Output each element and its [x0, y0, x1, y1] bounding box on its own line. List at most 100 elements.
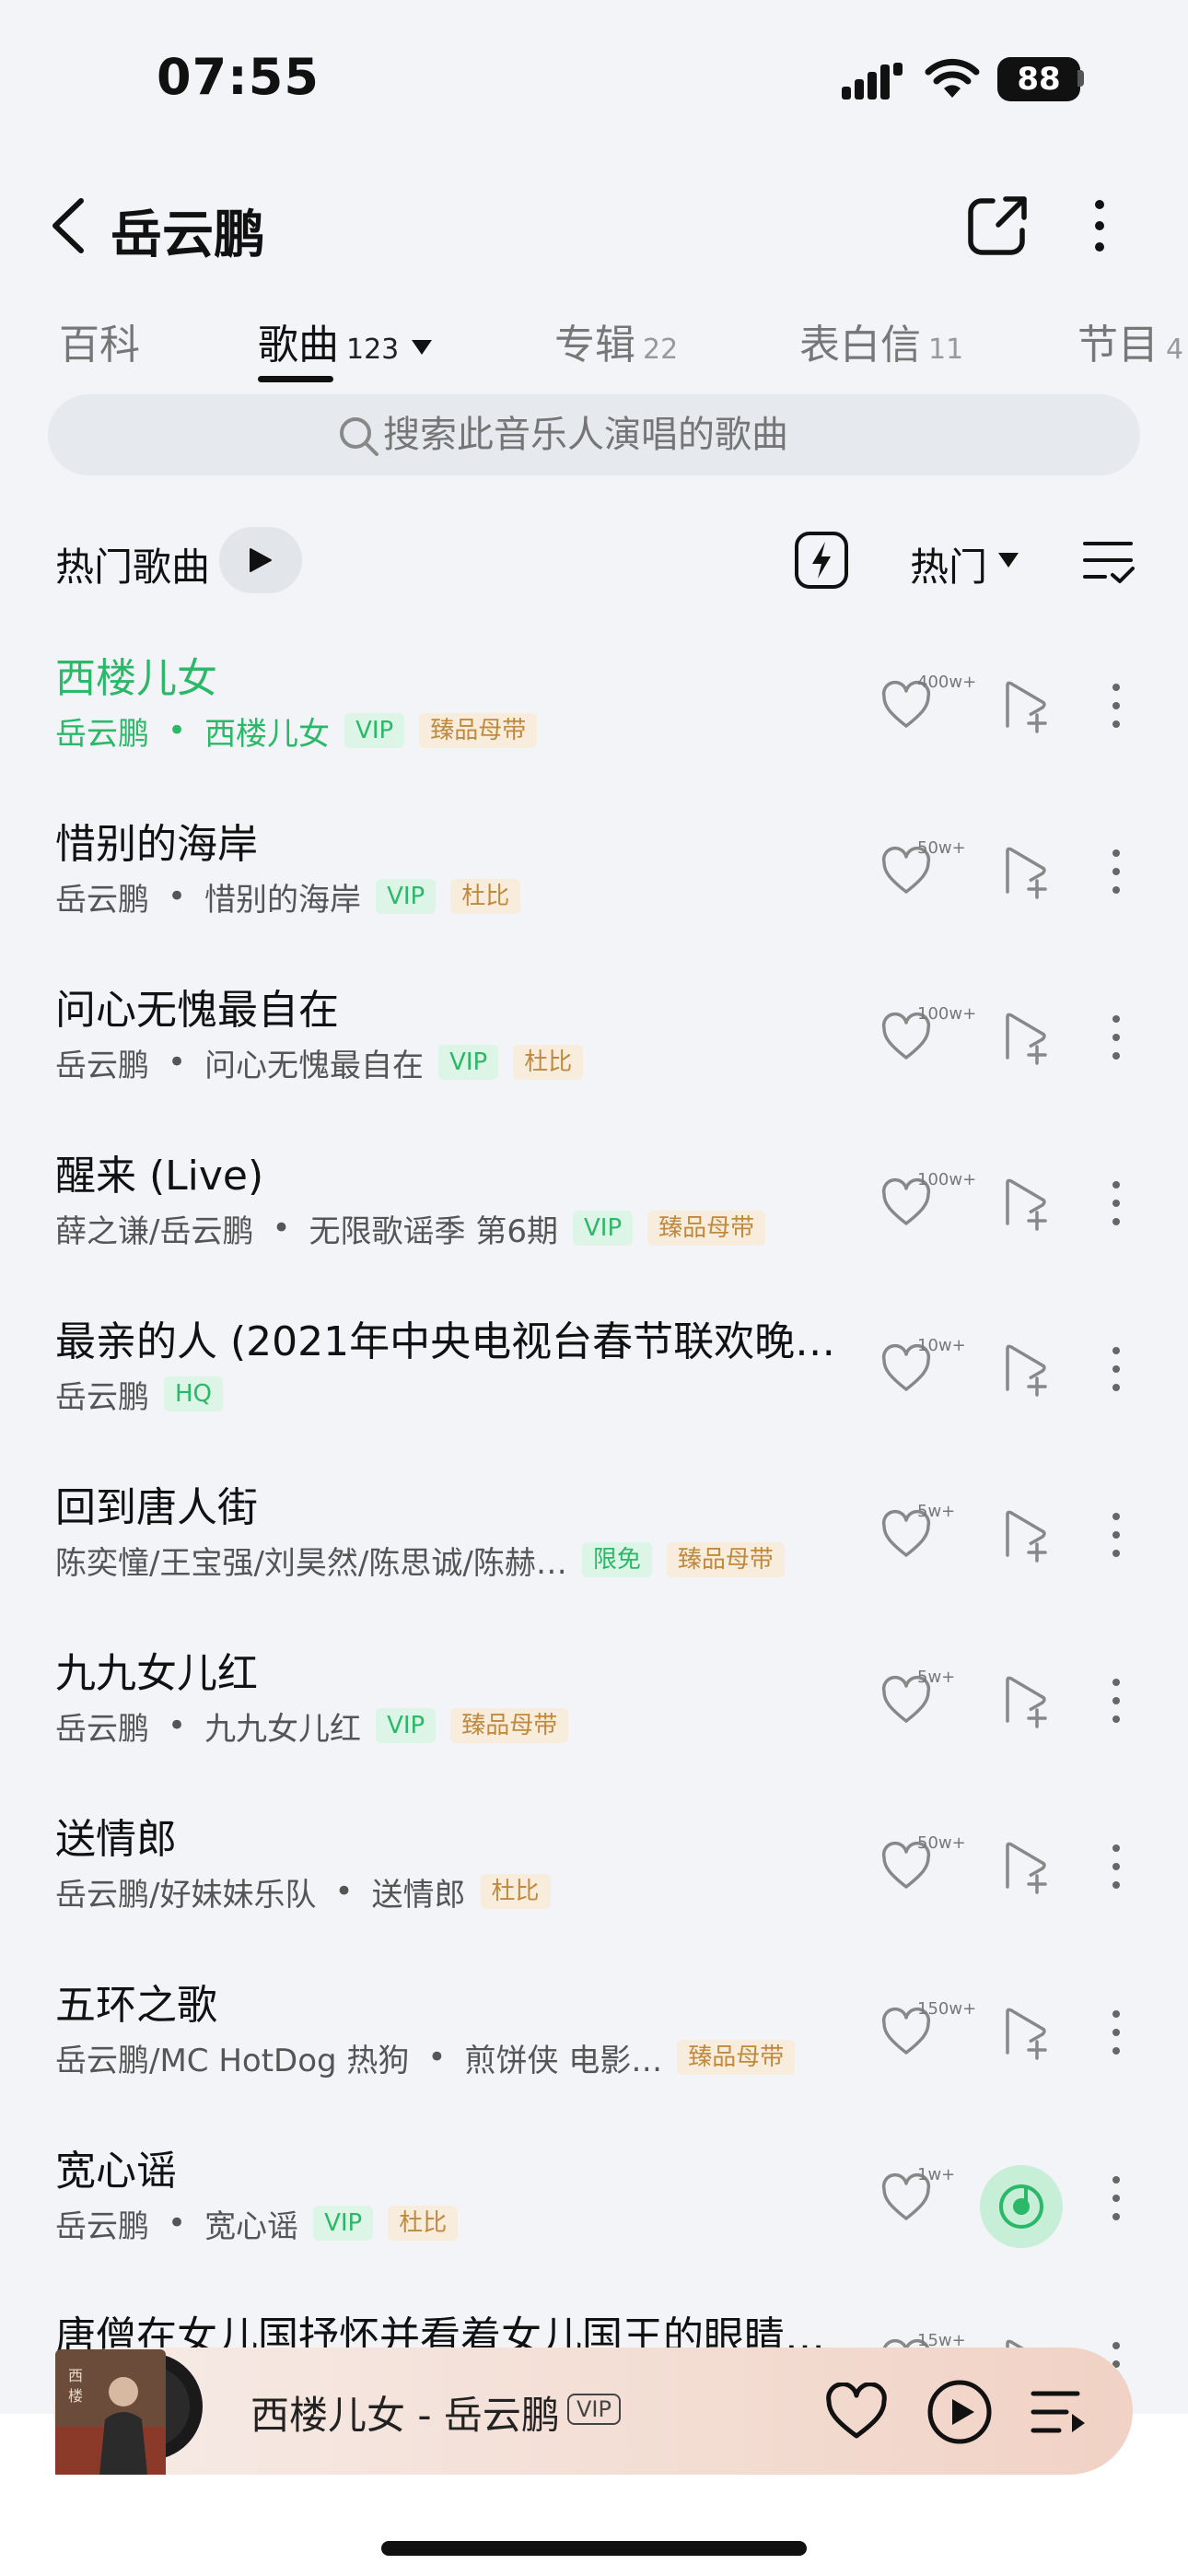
search-icon — [340, 417, 379, 456]
tab-bar: 百科 歌曲 123 专辑 22 表白信 11 节目 4 — [0, 304, 1188, 387]
add-to-playlist-icon[interactable] — [1002, 2005, 1052, 2060]
song-subtitle: 岳云鹏/MC HotDog 热狗 • 煎饼侠 电影… 臻品母带 — [55, 2036, 796, 2079]
play-all-button[interactable] — [219, 527, 302, 593]
list-manage-icon[interactable] — [1081, 538, 1136, 586]
add-to-playlist-icon[interactable] — [1002, 1341, 1052, 1397]
separator-dot: • — [168, 1044, 187, 1081]
share-icon[interactable] — [965, 192, 1031, 258]
quality-badge: 杜比 — [513, 1045, 584, 1080]
more-options-icon[interactable] — [1083, 195, 1116, 256]
song-artist: 薛之谦/岳云鹏 — [55, 1212, 254, 1250]
like-count: 10w+ — [917, 1336, 966, 1355]
tab-label: 百科 — [59, 322, 140, 369]
song-album: 送情郎 — [371, 1876, 466, 1914]
song-more-icon[interactable] — [1105, 1176, 1127, 1231]
tab-count: 11 — [928, 334, 964, 366]
song-album: 惜别的海岸 — [204, 881, 362, 919]
section-title: 热门歌曲 — [55, 544, 211, 590]
tab-count: 4 — [1166, 334, 1184, 366]
song-title: 问心无愧最自在 — [55, 987, 339, 1034]
song-more-icon[interactable] — [1105, 844, 1127, 899]
quality-badge: 杜比 — [388, 2206, 459, 2241]
song-album: 西楼儿女 — [204, 715, 331, 753]
tab-albums[interactable]: 专辑 22 — [554, 311, 678, 370]
search-input[interactable] — [383, 394, 936, 475]
song-row[interactable]: 送情郎 岳云鹏/好妹妹乐队 • 送情郎 杜比 50w+ — [0, 1787, 1188, 1953]
separator-dot: • — [272, 1210, 291, 1247]
like-icon[interactable] — [825, 2383, 888, 2441]
song-subtitle: 岳云鹏/好妹妹乐队 • 送情郎 杜比 — [55, 1870, 551, 1914]
playlist-icon[interactable] — [1030, 2386, 1089, 2440]
quality-badge: VIP — [313, 2206, 374, 2241]
back-arrow-icon[interactable] — [46, 195, 92, 256]
tab-programs[interactable]: 节目 4 — [1077, 311, 1183, 370]
song-more-icon[interactable] — [1105, 678, 1127, 733]
add-to-playlist-icon[interactable] — [1002, 1839, 1052, 1894]
list-toolbar: 热门歌曲 热门 — [0, 516, 1188, 604]
caret-down-icon — [412, 340, 433, 355]
home-indicator[interactable] — [381, 2541, 807, 2556]
status-bar: 07:55 88 — [0, 0, 1188, 161]
like-count: 5w+ — [917, 1668, 956, 1687]
song-subtitle: 岳云鹏 • 宽心谣 VIP 杜比 — [55, 2202, 459, 2245]
separator-dot: • — [168, 1707, 187, 1744]
tab-baike[interactable]: 百科 — [59, 311, 140, 370]
song-more-icon[interactable] — [1105, 1010, 1127, 1065]
now-playing-title: 西楼儿女 - 岳云鹏 — [250, 2393, 560, 2438]
quality-badge: 臻品母带 — [666, 1542, 785, 1577]
tab-label: 歌曲 — [258, 322, 339, 369]
wifi-icon — [925, 58, 980, 98]
song-artist: 岳云鹏/MC HotDog 热狗 — [55, 2042, 410, 2079]
song-artist: 陈奕憧/王宝强/刘昊然/陈思诚/陈赫… — [55, 1544, 567, 1582]
song-subtitle: 岳云鹏 • 问心无愧最自在 VIP 杜比 — [55, 1041, 584, 1084]
song-more-icon[interactable] — [1105, 1341, 1127, 1397]
song-more-icon[interactable] — [1105, 1507, 1127, 1563]
song-row[interactable]: 醒来 (Live) 薛之谦/岳云鹏 • 无限歌谣季 第6期 VIP 臻品母带 100w+ — [0, 1124, 1188, 1290]
separator-dot: • — [168, 712, 187, 749]
play-icon[interactable] — [926, 2379, 993, 2445]
separator-dot: • — [168, 878, 187, 915]
like-count: 150w+ — [917, 1999, 977, 2019]
song-row[interactable]: 问心无愧最自在 岳云鹏 • 问心无愧最自在 VIP 杜比 100w+ — [0, 958, 1188, 1124]
tab-love-letters[interactable]: 表白信 11 — [799, 311, 963, 370]
vip-badge: VIP — [567, 2394, 621, 2425]
song-more-icon[interactable] — [1105, 2171, 1127, 2226]
song-artist: 岳云鹏/好妹妹乐队 — [55, 1876, 317, 1914]
tab-label: 节目 — [1077, 322, 1159, 369]
song-more-icon[interactable] — [1105, 2005, 1127, 2060]
add-to-playlist-icon[interactable] — [1002, 844, 1052, 899]
song-row[interactable]: 五环之歌 岳云鹏/MC HotDog 热狗 • 煎饼侠 电影… 臻品母带 150w+ — [0, 1953, 1188, 2119]
search-bar[interactable] — [48, 394, 1140, 475]
add-to-playlist-icon[interactable] — [1002, 1176, 1052, 1231]
tab-count: 22 — [643, 334, 679, 366]
song-row[interactable]: 惜别的海岸 岳云鹏 • 惜别的海岸 VIP 杜比 50w+ — [0, 792, 1188, 958]
like-count: 400w+ — [917, 673, 977, 692]
tab-label: 表白信 — [799, 322, 921, 369]
battery-indicator: 88 — [997, 57, 1080, 101]
add-to-playlist-icon[interactable] — [1002, 1673, 1052, 1728]
active-tab-indicator — [258, 376, 333, 382]
quality-badge: VIP — [572, 1211, 634, 1246]
song-album: 无限歌谣季 第6期 — [309, 1212, 558, 1250]
song-row[interactable]: 九九女儿红 岳云鹏 • 九九女儿红 VIP 臻品母带 5w+ — [0, 1622, 1188, 1787]
separator-dot: • — [334, 1873, 354, 1910]
floating-recognize-button[interactable] — [980, 2165, 1063, 2248]
album-art[interactable]: 西 楼 — [48, 2344, 210, 2482]
add-to-playlist-icon[interactable] — [1002, 678, 1052, 733]
song-artist: 岳云鹏 — [55, 881, 149, 919]
sort-dropdown[interactable]: 热门 — [910, 536, 987, 592]
add-to-playlist-icon[interactable] — [1002, 1507, 1052, 1563]
play-icon — [250, 548, 272, 572]
song-more-icon[interactable] — [1105, 1839, 1127, 1894]
song-row[interactable]: 最亲的人 (2021年中央电视台春节联欢晚… 岳云鹏 HQ 10w+ — [0, 1290, 1188, 1456]
song-row[interactable]: 回到唐人街 陈奕憧/王宝强/刘昊然/陈思诚/陈赫… 限免 臻品母带 5w+ — [0, 1456, 1188, 1622]
add-to-playlist-icon[interactable] — [1002, 1010, 1052, 1065]
battery-cap — [1077, 70, 1084, 87]
lightning-icon[interactable] — [794, 531, 849, 590]
like-count: 5w+ — [917, 1502, 956, 1521]
song-row[interactable]: 西楼儿女 岳云鹏 • 西楼儿女 VIP 臻品母带 400w+ — [0, 626, 1188, 792]
cellular-signal-icon — [842, 63, 903, 100]
header: 岳云鹏 — [0, 175, 1188, 276]
tab-songs[interactable]: 歌曲 123 — [258, 311, 433, 370]
song-more-icon[interactable] — [1105, 1673, 1127, 1728]
